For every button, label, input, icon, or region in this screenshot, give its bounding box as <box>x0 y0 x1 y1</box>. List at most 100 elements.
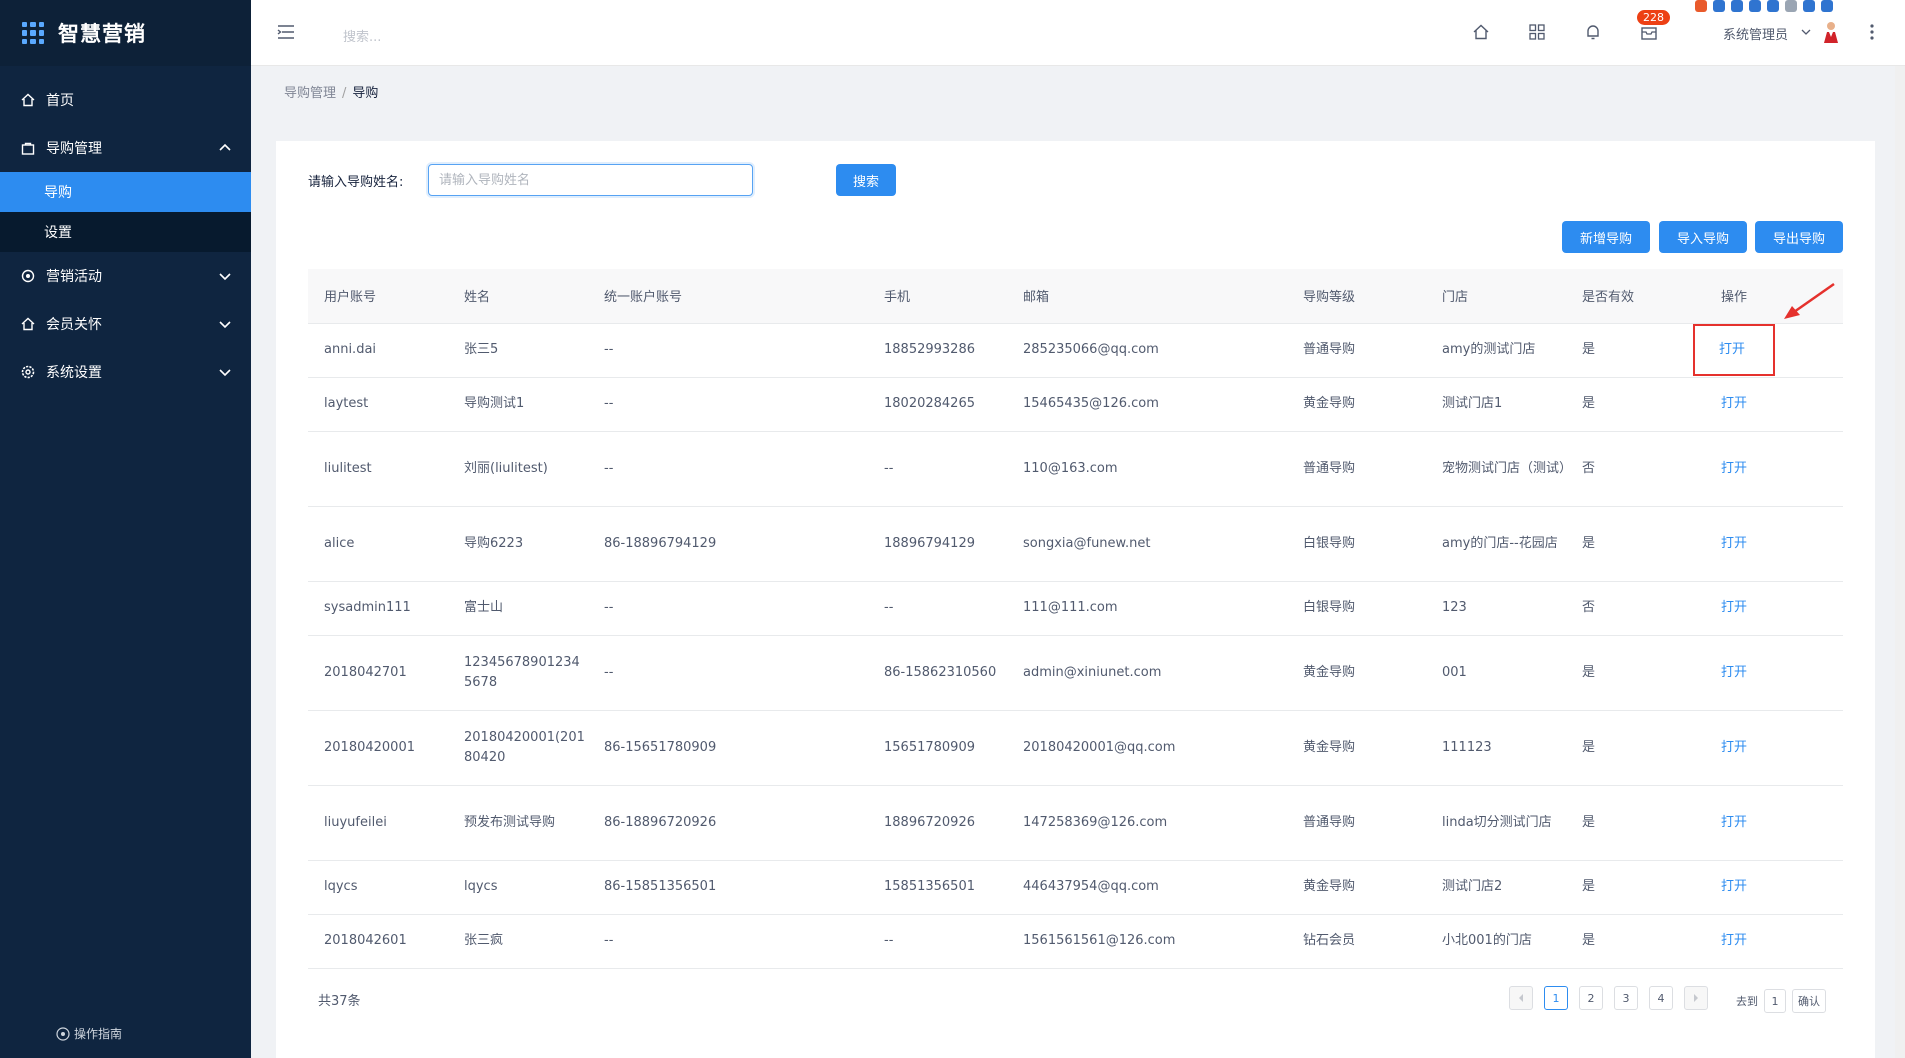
breadcrumb: 导购管理 / 导购 <box>284 82 378 101</box>
store-text: 123 <box>1442 600 1467 615</box>
tray-app-icon[interactable] <box>1731 0 1743 12</box>
action-cell: 打开 <box>1705 506 1843 582</box>
message-icon[interactable] <box>1639 22 1659 42</box>
unified-account-cell: -- <box>588 581 868 636</box>
tray-app-icon[interactable] <box>1695 0 1707 12</box>
goto-page: 去到 确认 <box>1736 989 1826 1013</box>
search-button[interactable]: 搜索 <box>836 164 896 196</box>
open-link[interactable]: 打开 <box>1721 740 1747 755</box>
phone-cell: -- <box>868 431 1007 507</box>
open-link[interactable]: 打开 <box>1721 665 1747 680</box>
level-text: 黄金导购 <box>1303 396 1356 411</box>
breadcrumb-parent[interactable]: 导购管理 <box>284 86 336 101</box>
page-scrollbar[interactable] <box>1895 66 1905 1058</box>
chevron-down-icon[interactable] <box>1800 26 1812 38</box>
export-guide-button[interactable]: 导出导购 <box>1755 221 1843 253</box>
page-button[interactable]: 1 <box>1544 986 1568 1010</box>
level-cell: 黄金导购 <box>1287 635 1426 711</box>
tray-app-icon[interactable] <box>1749 0 1761 12</box>
store-text: amy的测试门店 <box>1442 342 1536 357</box>
action-cell: 打开 <box>1705 710 1843 786</box>
action-cell: 打开 <box>1693 323 1843 378</box>
phone-text: 18852993286 <box>884 342 975 357</box>
bell-icon[interactable] <box>1583 22 1603 42</box>
email-cell: admin@xiniunet.com <box>1007 635 1287 711</box>
name-cell: lqycs <box>448 860 588 915</box>
store-text: 测试门店1 <box>1442 396 1503 411</box>
valid-cell: 是 <box>1566 785 1705 861</box>
guide-name-search-input[interactable] <box>428 164 753 196</box>
grid-icon[interactable] <box>1527 22 1547 42</box>
open-link[interactable]: 打开 <box>1721 396 1747 411</box>
sidebar-item-marketing[interactable]: 营销活动 <box>0 252 251 300</box>
email-text: 446437954@qq.com <box>1023 879 1159 894</box>
sidebar-item-guide-management[interactable]: 导购管理 <box>0 124 251 172</box>
name-cell: 刘丽(liulitest) <box>448 431 588 507</box>
page-button[interactable]: 3 <box>1614 986 1638 1010</box>
header-search[interactable]: 搜索... <box>343 26 381 45</box>
home-icon <box>20 316 36 332</box>
store-text: 111123 <box>1442 739 1492 755</box>
sidebar-subitem-settings[interactable]: 设置 <box>0 212 251 252</box>
unified-account-cell: -- <box>588 377 868 432</box>
tray-app-icon[interactable] <box>1767 0 1779 12</box>
next-page-button[interactable] <box>1684 986 1708 1010</box>
add-guide-button[interactable]: 新增导购 <box>1562 221 1650 253</box>
level-text: 黄金导购 <box>1303 664 1356 680</box>
tray-app-icon[interactable] <box>1821 0 1833 12</box>
column-header: 统一账户账号 <box>588 269 868 324</box>
goto-label: 去到 <box>1736 995 1758 1008</box>
sidebar-item-system-settings[interactable]: 系统设置 <box>0 348 251 396</box>
sidebar-item-label: 导购管理 <box>46 141 102 157</box>
sidebar-item-home[interactable]: 首页 <box>0 76 251 124</box>
open-link[interactable]: 打开 <box>1721 815 1747 830</box>
page-button[interactable]: 4 <box>1649 986 1673 1010</box>
name-text: 富士山 <box>464 600 504 615</box>
unified-account-text: 86-15851356501 <box>604 879 717 894</box>
phone-text: 18896794129 <box>884 535 975 551</box>
account-text: liuyufeilei <box>324 814 387 830</box>
account-cell: 2018042601 <box>308 914 448 969</box>
open-link[interactable]: 打开 <box>1721 933 1747 948</box>
unified-account-text: 86-18896720926 <box>604 814 717 830</box>
user-name[interactable]: 系统管理员 <box>1723 24 1788 43</box>
tray-app-icon[interactable] <box>1713 0 1725 12</box>
column-header: 邮箱 <box>1007 269 1287 324</box>
phone-text: 15651780909 <box>884 739 975 755</box>
name-cell: 20180420001(20180420 <box>448 710 588 786</box>
prev-page-button[interactable] <box>1509 986 1533 1010</box>
menu-toggle-icon[interactable] <box>276 22 296 42</box>
table-body: anni.dai 张三5 -- 18852993286 285235066@qq.com… <box>308 323 1843 969</box>
import-guide-button[interactable]: 导入导购 <box>1659 221 1747 253</box>
store-cell: linda切分测试门店 <box>1426 785 1566 861</box>
unified-account-text: 86-18896794129 <box>604 535 717 551</box>
store-cell: 测试门店2 <box>1426 860 1566 915</box>
open-link[interactable]: 打开 <box>1719 342 1745 357</box>
tray-app-icon[interactable] <box>1803 0 1815 12</box>
open-link[interactable]: 打开 <box>1721 879 1747 894</box>
open-link[interactable]: 打开 <box>1721 461 1747 476</box>
name-text: 张三5 <box>464 342 499 357</box>
goto-confirm-button[interactable]: 确认 <box>1792 989 1826 1013</box>
open-link[interactable]: 打开 <box>1721 536 1747 551</box>
table-row: alice 导购6223 86-18896794129 18896794129 song… <box>308 506 1843 582</box>
avatar[interactable] <box>1821 20 1841 44</box>
page-button[interactable]: 2 <box>1579 986 1603 1010</box>
level-text: 钻石会员 <box>1303 933 1356 948</box>
store-text: 001 <box>1442 664 1467 680</box>
more-icon[interactable] <box>1869 22 1875 42</box>
action-cell: 打开 <box>1705 377 1843 432</box>
goto-page-input[interactable] <box>1764 989 1786 1013</box>
sidebar-menu: 首页 导购管理 导购 设置 营销活动 会员关怀 系统设置 <box>0 76 251 396</box>
home-icon[interactable] <box>1471 22 1491 42</box>
guide-link[interactable]: 操作指南 <box>56 1025 122 1042</box>
store-text: amy的门店--花园店 <box>1442 535 1558 551</box>
store-text: 小北001的门店 <box>1442 933 1532 948</box>
sidebar-item-member-care[interactable]: 会员关怀 <box>0 300 251 348</box>
open-link[interactable]: 打开 <box>1721 600 1747 615</box>
header: 搜索... 228 系统管理员 <box>251 0 1905 66</box>
unified-account-cell: -- <box>588 323 868 378</box>
tray-app-icon[interactable] <box>1785 0 1797 12</box>
name-cell: 导购6223 <box>448 506 588 582</box>
sidebar-subitem-guide[interactable]: 导购 <box>0 172 251 212</box>
